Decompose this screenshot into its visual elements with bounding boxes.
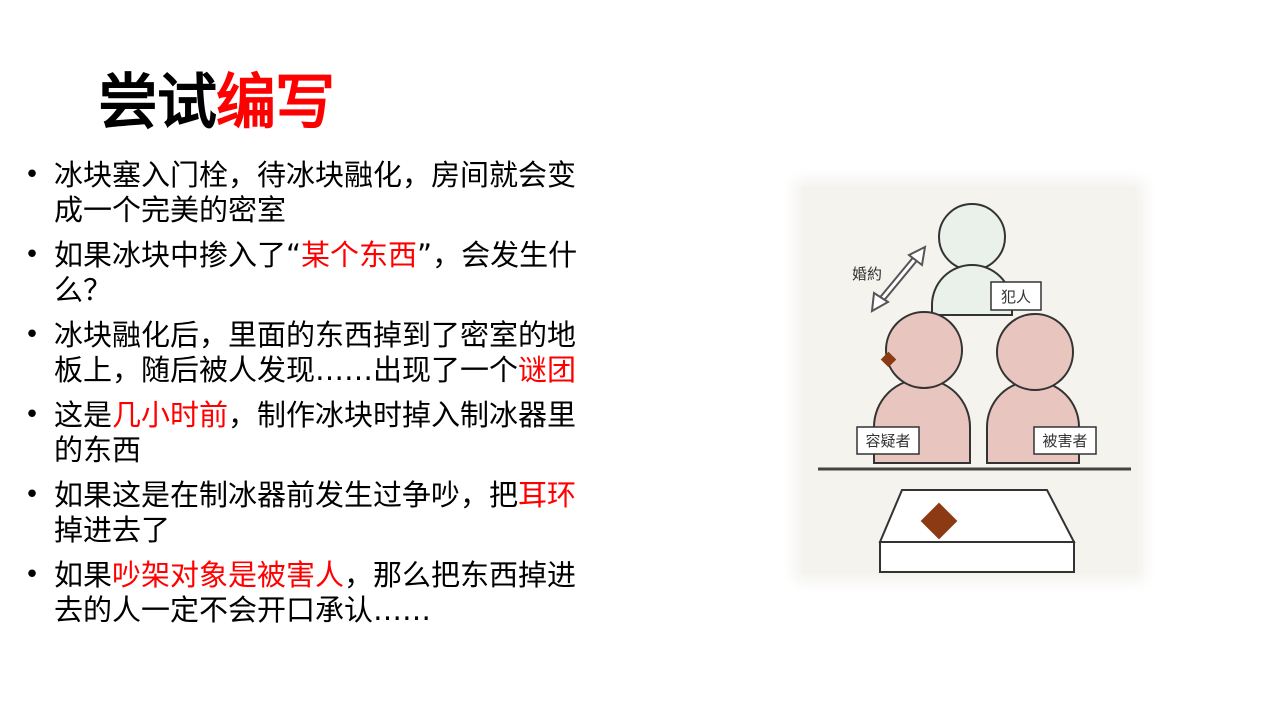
bullet-item: • 如果吵架对象是被害人，那么把东西掉进去的人一定不会开口承认…… xyxy=(22,558,602,628)
bullet-list: • 冰块塞入门栓，待冰块融化，房间就会变成一个完美的密室 • 如果冰块中掺入了“… xyxy=(22,158,602,638)
culprit-head xyxy=(938,203,1006,271)
bullet-item: • 冰块融化后，里面的东西掉到了密室的地板上，随后被人发现……出现了一个谜团 xyxy=(22,318,602,388)
bullet-highlight: 耳环 xyxy=(518,478,577,512)
bullet-text: 如果 xyxy=(54,558,113,592)
bullet-dot-icon: • xyxy=(24,560,40,590)
label-culprit: 犯人 xyxy=(1001,288,1031,306)
suspect-head xyxy=(885,311,963,389)
bullet-dot-icon: • xyxy=(24,400,40,430)
bullet-dot-icon: • xyxy=(24,320,40,350)
illustration-svg: 婚約 犯人 容疑者 被害者 xyxy=(818,203,1131,573)
bullet-dot-icon: • xyxy=(24,480,40,510)
icemaker-top xyxy=(878,489,1076,543)
bullet-dot-icon: • xyxy=(24,160,40,190)
title-part-black: 尝试 xyxy=(98,68,217,138)
bullet-highlight: 吵架对象是被害人 xyxy=(112,558,345,592)
label-victim: 被害者 xyxy=(1042,432,1087,450)
bullet-text: 如果冰块中掺入了“ xyxy=(54,238,302,272)
bullet-item: • 如果冰块中掺入了“某个东西”，会发生什么？ xyxy=(22,238,602,308)
illustration-diagram: 婚約 犯人 容疑者 被害者 xyxy=(802,187,1137,574)
icemaker-front xyxy=(879,541,1075,573)
bullet-highlight: 谜团 xyxy=(518,353,577,387)
label-engagement: 婚約 xyxy=(852,265,882,283)
bullet-item: • 这是几小时前，制作冰块时掉入制冰器里的东西 xyxy=(22,398,602,468)
bullet-highlight: 某个东西 xyxy=(301,238,418,272)
bullet-text: 掉进去了 xyxy=(54,513,171,547)
victim-head xyxy=(996,313,1074,391)
bullet-text: 如果这是在制冰器前发生过争吵，把 xyxy=(54,478,519,512)
bullet-highlight: 几小时前 xyxy=(112,398,229,432)
label-suspect: 容疑者 xyxy=(865,432,910,450)
title-part-red: 编写 xyxy=(216,68,335,138)
bullet-text: 这是 xyxy=(54,398,113,432)
bullet-text: 冰块塞入门栓，待冰块融化，房间就会变成一个完美的密室 xyxy=(54,158,577,227)
bullet-item: • 如果这是在制冰器前发生过争吵，把耳环掉进去了 xyxy=(22,478,602,548)
bullet-text: 冰块融化后，里面的东西掉到了密室的地板上，随后被人发现……出现了一个 xyxy=(54,318,577,387)
bullet-dot-icon: • xyxy=(24,240,40,270)
slide-title: 尝试编写 xyxy=(98,68,335,138)
bullet-item: • 冰块塞入门栓，待冰块融化，房间就会变成一个完美的密室 xyxy=(22,158,602,228)
